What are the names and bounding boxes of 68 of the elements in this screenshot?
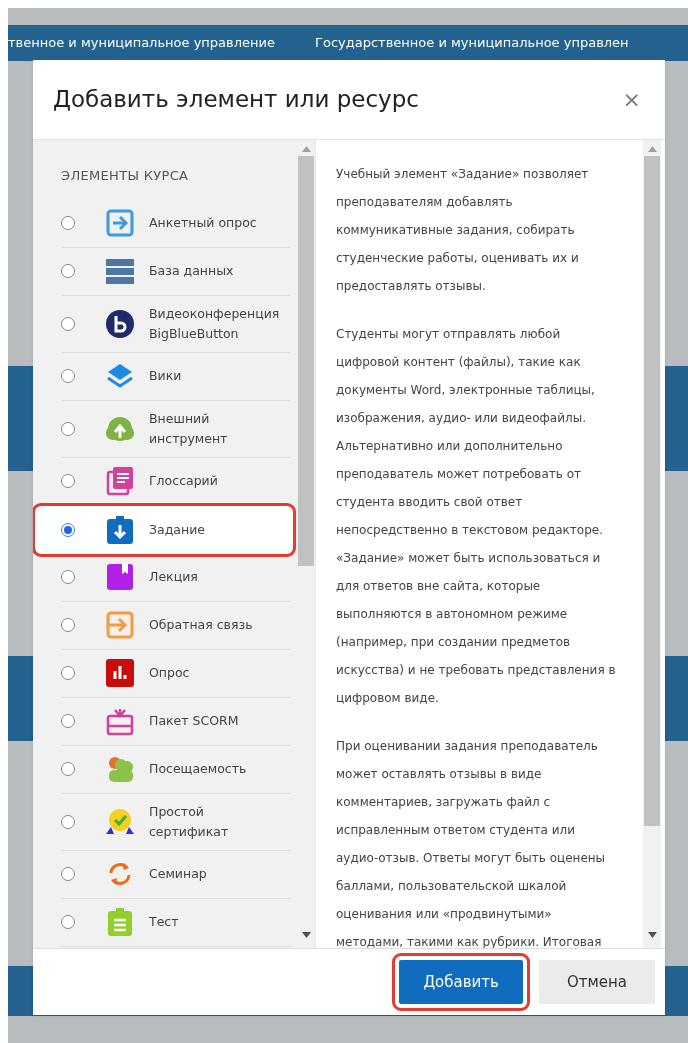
radio-button[interactable] [61,421,75,436]
gift-box-icon [105,706,135,736]
option-label: Простой сертификат [149,802,230,841]
module-option[interactable]: Простой сертификат [61,793,291,851]
module-option[interactable]: Обратная связь [61,601,291,650]
close-button[interactable]: × [622,83,641,116]
option-label: Опрос [149,664,191,682]
module-option[interactable]: Внешний инструмент [61,400,291,458]
radio-button[interactable] [61,369,75,383]
option-label: Внешний инструмент [149,409,229,448]
arrow-in-box-icon [105,208,135,238]
arrow-in-box-icon [105,610,135,640]
scroll-up-icon[interactable] [647,146,657,152]
circle-b-icon [105,308,135,339]
option-label: Вики [149,367,183,385]
module-option[interactable]: Вики [61,352,291,401]
radio-button[interactable] [61,216,75,230]
module-option[interactable]: База данных [61,247,291,296]
description-paragraph: Студенты могут отправлять любой цифровой контент (файлы), такие как документы Word, электронные таблицы, изображения, аудио- или видеофайлы. Альтернативно или дополнительно преподаватель может потребовать от студента вводить свой ответ непосредственно в текстовом редакторе. «Задание» может быть использоваться и для ответов вне сайта, которые выполняются в автономном режиме (например, при создании предметов искусства) и не требовать представления в цифровом виде. [336,326,617,707]
radio-button[interactable] [61,264,75,278]
option-label: Анкетный опрос [149,214,258,232]
module-option[interactable]: Анкетный опрос [61,199,291,248]
option-label: Семинар [149,865,208,883]
radio-button[interactable] [61,814,75,829]
option-label: Посещаемость [149,760,248,778]
breadcrumb-link[interactable]: Государственное и муниципальное управлен [315,33,629,53]
option-label: Задание [149,520,206,539]
section-title: ЭЛЕМЕНТЫ КУРСА [61,167,190,185]
description-paragraph: Учебный элемент «Задание» позволяет преподавателям добавлять коммуникативные задания, собирать студенческие работы, оценивать их и предоставлять отзывы. [336,166,590,295]
description-paragraph: При оценивании задания преподаватель может оставлять отзывы в виде комментариев, загружать файл с исправленным ответом студента или аудио-отзыв. Ответы могут быть оценены баллами, пользовательской шкалой оценивания или «продвинутыми» методами, такими как рубрики. Итоговая [336,738,607,948]
option-label: Тест [149,913,180,931]
radio-button[interactable] [61,570,75,584]
radio-button[interactable] [61,666,75,680]
radio-button[interactable] [61,915,75,929]
bookmark-square-icon [105,562,135,592]
module-option[interactable]: Видеоконференция BigBlueButton [61,295,291,353]
dialog-title: Добавить элемент или ресурс [53,85,419,115]
scroll-up-icon[interactable] [301,146,311,152]
radio-button[interactable] [61,474,75,488]
radio-button[interactable] [61,316,75,331]
clipboard-download-icon [105,514,135,545]
cancel-button[interactable]: Отмена [538,960,655,1004]
option-label: База данных [149,262,235,280]
module-option[interactable]: Опрос [61,649,291,698]
scrollbar[interactable] [643,140,661,948]
clipboard-list-icon [105,907,135,937]
module-option[interactable]: Семинар [61,850,291,899]
module-option[interactable]: Посещаемость [61,745,291,794]
award-ribbon-icon [105,806,135,837]
scroll-down-icon[interactable] [301,932,311,938]
bar-chart-icon [105,658,135,688]
option-label: Лекция [149,568,199,586]
scroll-down-icon[interactable] [647,932,657,938]
module-option[interactable]: Лекция [61,553,291,602]
breadcrumb-link[interactable]: твенное и муниципальное управление [8,33,275,53]
radio-button[interactable] [61,867,75,881]
option-label: Глоссарий [149,472,219,490]
radio-button[interactable] [61,762,75,776]
module-option[interactable]: Тест [61,898,291,947]
pages-icon [105,466,135,496]
option-label: Видеоконференция BigBlueButton [149,304,281,343]
radio-button[interactable] [61,618,75,632]
module-option[interactable]: Пакет SCORM [61,697,291,746]
radio-button[interactable] [61,714,75,728]
module-option[interactable]: Задание [35,505,293,554]
option-label: Пакет SCORM [149,712,240,730]
database-icon [105,256,135,286]
option-label: Обратная связь [149,616,254,634]
